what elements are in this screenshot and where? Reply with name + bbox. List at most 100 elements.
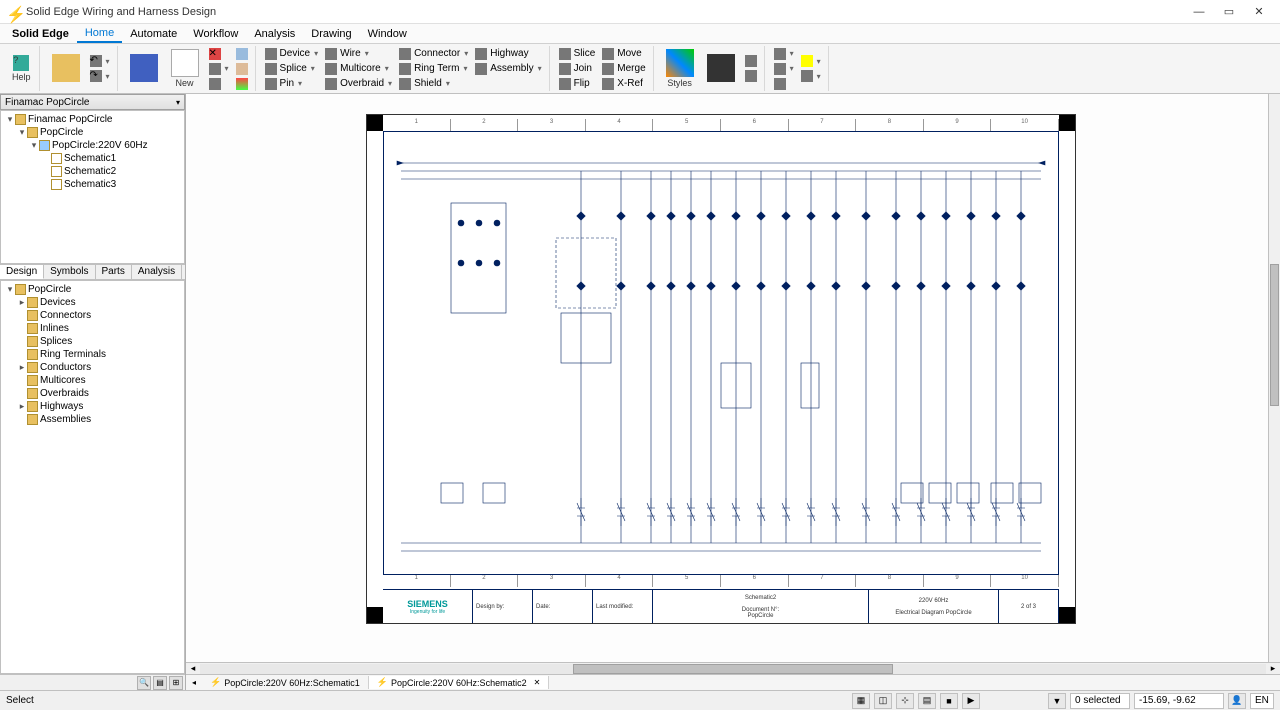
tab-design[interactable]: Design [0,265,44,279]
titleblock: SIEMENSIngenuity for life Design by: Dat… [383,589,1059,623]
xref-button[interactable]: X-Ref [599,76,648,91]
tab-parts[interactable]: Parts [96,265,132,279]
search-icon[interactable]: 🔍 [137,676,151,690]
tree-sub[interactable]: ▾PopCircle [3,126,182,139]
wire-button[interactable]: Wire▾ [322,46,395,61]
move-button[interactable]: Move [599,46,648,61]
drawing-canvas[interactable]: 12345678910 12345678910 [186,94,1280,662]
status-lang[interactable]: EN [1250,693,1274,709]
overbraid-button[interactable]: Overbraid▾ [322,76,395,91]
scroll-left-icon[interactable]: ◂ [186,663,200,674]
tree-root[interactable]: ▾Finamac PopCircle [3,113,182,126]
close-button[interactable]: ✕ [1244,2,1274,22]
merge-button[interactable]: Merge [599,61,648,76]
doc-tab-2[interactable]: ⚡PopCircle:220V 60Hz:Schematic2✕ [369,676,550,689]
menu-automate[interactable]: Automate [122,26,185,42]
design-multicores[interactable]: Multicores [3,374,182,387]
paste-button[interactable] [46,46,86,92]
tabs-nav-left[interactable]: ◂ [192,678,202,687]
filter-status-icon[interactable]: ▼ [1048,693,1066,709]
sheet-button[interactable]: ▾ [206,61,232,76]
tree-config[interactable]: ▾PopCircle:220V 60Hz [3,139,182,152]
maximize-button[interactable]: ▭ [1214,2,1244,22]
tree-schematic1[interactable]: Schematic1 [3,152,182,165]
slice-button[interactable]: Slice [556,46,599,61]
design-devices[interactable]: ▸Devices [3,296,182,309]
tool-a[interactable] [233,46,251,61]
app-icon: ⚡ [6,5,20,19]
join-button[interactable]: Join [556,61,599,76]
design-ringterminals[interactable]: Ring Terminals [3,348,182,361]
flip-button[interactable]: Flip [556,76,599,91]
align-button[interactable] [742,54,760,69]
project-tree[interactable]: ▾Finamac PopCircle ▾PopCircle ▾PopCircle… [0,110,185,264]
tab-symbols[interactable]: Symbols [44,265,95,279]
design-tree[interactable]: ▾PopCircle ▸Devices Connectors Inlines S… [0,280,185,674]
multicore-button[interactable]: Multicore▾ [322,61,395,76]
highlight-button[interactable]: ▾ [798,54,824,69]
new-button[interactable]: New [165,46,205,92]
zoom-button[interactable]: ▾ [771,61,797,76]
design-root[interactable]: ▾PopCircle [3,283,182,296]
refresh-button[interactable] [771,76,797,91]
tab-analysis[interactable]: Analysis [132,265,182,279]
undo-button[interactable]: ↶▾ [87,54,113,69]
redo-button[interactable]: ↷▾ [87,69,113,84]
menu-workflow[interactable]: Workflow [185,26,246,42]
menu-solidedge[interactable]: Solid Edge [4,26,77,42]
menu-window[interactable]: Window [360,26,415,42]
expand-icon[interactable]: ⊞ [169,676,183,690]
design-splices[interactable]: Splices [3,335,182,348]
design-overbraids[interactable]: Overbraids [3,387,182,400]
design-assemblies[interactable]: Assemblies [3,413,182,426]
blank-row [472,76,544,91]
tree-schematic3[interactable]: Schematic3 [3,178,182,191]
snap-grid-icon[interactable]: ▦ [852,693,870,709]
design-inlines[interactable]: Inlines [3,322,182,335]
layer-icon[interactable]: ▤ [918,693,936,709]
user-icon[interactable]: 👤 [1228,693,1246,709]
styles-button[interactable]: Styles [660,46,700,92]
menu-analysis[interactable]: Analysis [246,26,303,42]
canvas-area: 12345678910 12345678910 [186,94,1280,690]
ringterm-button[interactable]: Ring Term▾ [396,61,471,76]
help-button[interactable]: ?Help [8,53,35,84]
highway-button[interactable]: Highway [472,46,544,61]
device-button[interactable]: Device▾ [262,46,322,61]
menubar: Solid Edge Home Automate Workflow Analys… [0,24,1280,44]
connector-button[interactable]: Connector▾ [396,46,471,61]
tool-b[interactable] [233,61,251,76]
project-panel-header[interactable]: Finamac PopCircle ▾ [0,94,185,110]
vertical-scrollbar[interactable] [1268,94,1280,662]
zoom-fit-button[interactable]: ▾ [771,46,797,61]
schematic-content[interactable] [389,143,1053,563]
distribute-button[interactable] [742,69,760,84]
assembly-button[interactable]: Assembly▾ [472,61,544,76]
ortho-icon[interactable]: ⊹ [896,693,914,709]
splice-button[interactable]: Splice▾ [262,61,322,76]
horizontal-scrollbar[interactable]: ◂ ▸ [186,662,1280,674]
design-connectors[interactable]: Connectors [3,309,182,322]
tool-c[interactable] [233,76,251,91]
design-conductors[interactable]: ▸Conductors [3,361,182,374]
menu-home[interactable]: Home [77,25,122,43]
filter-icon[interactable]: ▤ [153,676,167,690]
find-button[interactable] [701,46,741,92]
snap-object-icon[interactable]: ◫ [874,693,892,709]
bolt-icon: ⚡ [377,677,388,688]
minimize-button[interactable]: — [1184,2,1214,22]
scroll-right-icon[interactable]: ▸ [1266,663,1280,674]
grid-button[interactable] [206,76,232,91]
doc-tab-1[interactable]: ⚡PopCircle:220V 60Hz:Schematic1 [202,676,369,689]
shield-button[interactable]: Shield▾ [396,76,471,91]
close-tab-icon[interactable]: ✕ [534,678,541,687]
play-icon[interactable]: ▶ [962,693,980,709]
pin-button[interactable]: Pin▾ [262,76,322,91]
menu-drawing[interactable]: Drawing [303,26,359,42]
design-highways[interactable]: ▸Highways [3,400,182,413]
measure-button[interactable]: ▾ [798,69,824,84]
tree-schematic2[interactable]: Schematic2 [3,165,182,178]
color-button[interactable] [124,46,164,92]
stop-icon[interactable]: ■ [940,693,958,709]
delete-button[interactable]: ✕ [206,46,232,61]
